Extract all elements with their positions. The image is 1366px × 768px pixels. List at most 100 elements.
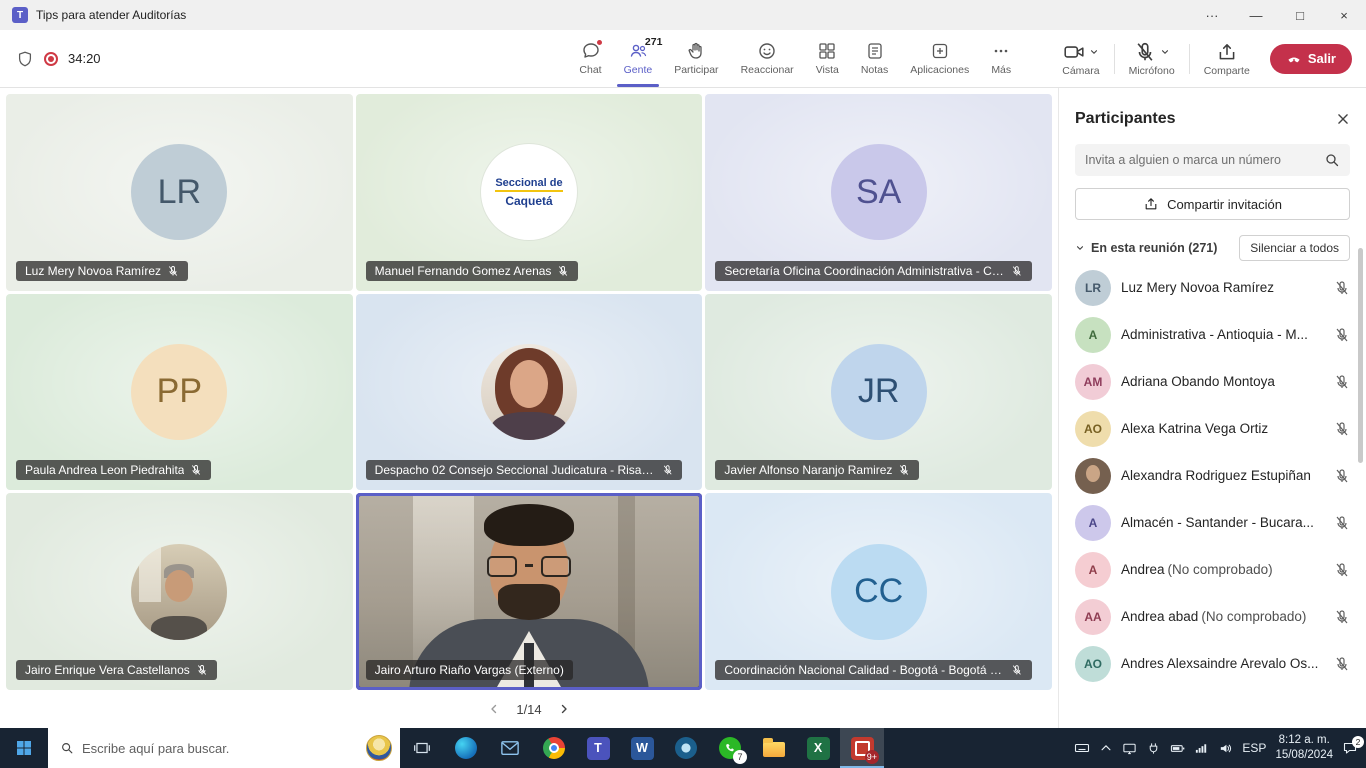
taskbar-search[interactable]: [48, 728, 400, 768]
taskbar-search-input[interactable]: [82, 741, 358, 756]
avatar: AO: [1075, 646, 1111, 682]
mic-muted-icon: [1334, 468, 1350, 484]
window-more-icon[interactable]: ···: [1190, 0, 1234, 30]
participant-photo: [481, 344, 577, 440]
participant-row[interactable]: AM Adriana Obando Montoya: [1075, 358, 1350, 405]
taskbar-app-edge[interactable]: [444, 728, 488, 768]
mic-muted-icon: [190, 464, 202, 476]
share-screen-control[interactable]: Comparte: [1200, 41, 1254, 77]
participant-row[interactable]: AA Andrea abad(No comprobado): [1075, 593, 1350, 640]
participants-panel: Participantes Compartir invitación En es…: [1058, 88, 1366, 728]
invite-search[interactable]: [1075, 144, 1350, 176]
avatar: AM: [1075, 364, 1111, 400]
video-stage: LR Luz Mery Novoa Ramírez Seccional de C…: [0, 88, 1058, 728]
mic-muted-icon: [1011, 265, 1023, 277]
compass-app-icon: [675, 737, 697, 759]
task-view-button[interactable]: [400, 728, 444, 768]
avatar: A: [1075, 317, 1111, 353]
word-icon: W: [631, 737, 654, 760]
participant-name-label: Secretaría Oficina Coordinación Administ…: [715, 261, 1032, 281]
video-tile[interactable]: Despacho 02 Consejo Seccional Judicatura…: [356, 294, 703, 491]
volume-icon[interactable]: [1218, 741, 1233, 756]
invite-search-input[interactable]: [1085, 153, 1316, 167]
mic-muted-icon: [1334, 421, 1350, 437]
minimize-icon[interactable]: —: [1234, 0, 1278, 30]
video-feed: [359, 496, 700, 687]
video-tile[interactable]: Jairo Enrique Vera Castellanos: [6, 493, 353, 690]
display-tray-icon[interactable]: [1122, 741, 1137, 756]
taskbar-app-teams[interactable]: T: [576, 728, 620, 768]
taskbar-app-whatsapp[interactable]: 7: [708, 728, 752, 768]
taskbar-app-compass[interactable]: [664, 728, 708, 768]
video-tile[interactable]: JR Javier Alfonso Naranjo Ramirez: [705, 294, 1052, 491]
chevron-down-icon[interactable]: [1089, 47, 1099, 57]
battery-icon[interactable]: [1170, 741, 1185, 756]
meeting-timer: 34:20: [68, 51, 101, 66]
participant-row[interactable]: AO Alexa Katrina Vega Ortiz: [1075, 405, 1350, 452]
system-tray: ESP 8:12 a. m. 15/08/2024 2: [1074, 728, 1366, 768]
touch-keyboard-icon[interactable]: [1074, 740, 1090, 756]
in-meeting-section[interactable]: En esta reunión (271) Silenciar a todos: [1075, 234, 1350, 262]
tray-expand-icon[interactable]: [1099, 741, 1113, 755]
page-next-icon[interactable]: [558, 703, 570, 715]
close-panel-icon[interactable]: [1336, 112, 1350, 126]
maximize-icon[interactable]: □: [1278, 0, 1322, 30]
tab-participar[interactable]: Participar: [663, 30, 729, 87]
microphone-control[interactable]: Micrófono: [1125, 41, 1179, 77]
coat-of-arms-icon[interactable]: [366, 735, 392, 761]
more-dots-icon: [991, 41, 1011, 61]
page-previous-icon[interactable]: [488, 703, 500, 715]
network-icon[interactable]: [1194, 741, 1209, 756]
usb-tray-icon[interactable]: [1146, 741, 1161, 756]
view-grid-icon: [817, 41, 837, 61]
taskbar-app-file-explorer[interactable]: [752, 728, 796, 768]
task-view-icon: [413, 739, 431, 757]
mic-muted-icon: [1334, 327, 1350, 343]
meeting-toolbar: 34:20 Chat 271 Gente Participar Reaccion…: [0, 30, 1366, 88]
scrollbar[interactable]: [1358, 248, 1363, 463]
start-button[interactable]: [0, 728, 48, 768]
tab-notas[interactable]: Notas: [850, 30, 899, 87]
language-indicator[interactable]: ESP: [1242, 741, 1266, 755]
tab-vista[interactable]: Vista: [805, 30, 850, 87]
taskbar-app-word[interactable]: W: [620, 728, 664, 768]
tab-gente[interactable]: 271 Gente: [613, 30, 664, 87]
close-icon[interactable]: ×: [1322, 0, 1366, 30]
video-tile[interactable]: SA Secretaría Oficina Coordinación Admin…: [705, 94, 1052, 291]
mute-all-button[interactable]: Silenciar a todos: [1239, 235, 1350, 261]
tab-reaccionar[interactable]: Reaccionar: [730, 30, 805, 87]
participant-row[interactable]: A Andrea(No comprobado): [1075, 546, 1350, 593]
participant-row[interactable]: A Almacén - Santander - Bucara...: [1075, 499, 1350, 546]
video-tile[interactable]: CC Coordinación Nacional Calidad - Bogot…: [705, 493, 1052, 690]
participant-row[interactable]: Alexandra Rodriguez Estupiñan: [1075, 452, 1350, 499]
taskbar-app-chrome[interactable]: [532, 728, 576, 768]
mail-icon: [500, 738, 520, 758]
video-tile[interactable]: Seccional de Caquetá Manuel Fernando Gom…: [356, 94, 703, 291]
file-explorer-icon: [763, 742, 785, 757]
tab-aplicaciones[interactable]: Aplicaciones: [899, 30, 980, 87]
leave-button[interactable]: Salir: [1270, 44, 1352, 74]
participant-row[interactable]: LR Luz Mery Novoa Ramírez: [1075, 264, 1350, 311]
mic-muted-icon: [1334, 562, 1350, 578]
clock[interactable]: 8:12 a. m. 15/08/2024: [1275, 733, 1333, 763]
chevron-down-icon[interactable]: [1160, 47, 1170, 57]
page-indicator: 1/14: [516, 702, 541, 717]
action-center-icon[interactable]: 2: [1342, 740, 1358, 756]
taskbar-app-active[interactable]: 9+: [840, 728, 884, 768]
shield-icon: [16, 50, 34, 68]
taskbar-app-mail[interactable]: [488, 728, 532, 768]
participant-row[interactable]: AO Andres Alexsaindre Arevalo Os...: [1075, 640, 1350, 687]
video-tile[interactable]: PP Paula Andrea Leon Piedrahita: [6, 294, 353, 491]
tab-chat[interactable]: Chat: [568, 30, 612, 87]
participant-avatar: SA: [831, 144, 927, 240]
participant-row[interactable]: A Administrativa - Antioquia - M...: [1075, 311, 1350, 358]
share-invitation-button[interactable]: Compartir invitación: [1075, 188, 1350, 220]
mic-muted-icon: [196, 664, 208, 676]
camera-control[interactable]: Cámara: [1058, 41, 1103, 77]
tab-mas[interactable]: Más: [980, 30, 1022, 87]
video-tile[interactable]: LR Luz Mery Novoa Ramírez: [6, 94, 353, 291]
taskbar-app-excel[interactable]: X: [796, 728, 840, 768]
chevron-down-icon: [1075, 243, 1085, 253]
divider: [1189, 44, 1190, 74]
video-tile-active-speaker[interactable]: Jairo Arturo Riaño Vargas (Externo): [356, 493, 703, 690]
